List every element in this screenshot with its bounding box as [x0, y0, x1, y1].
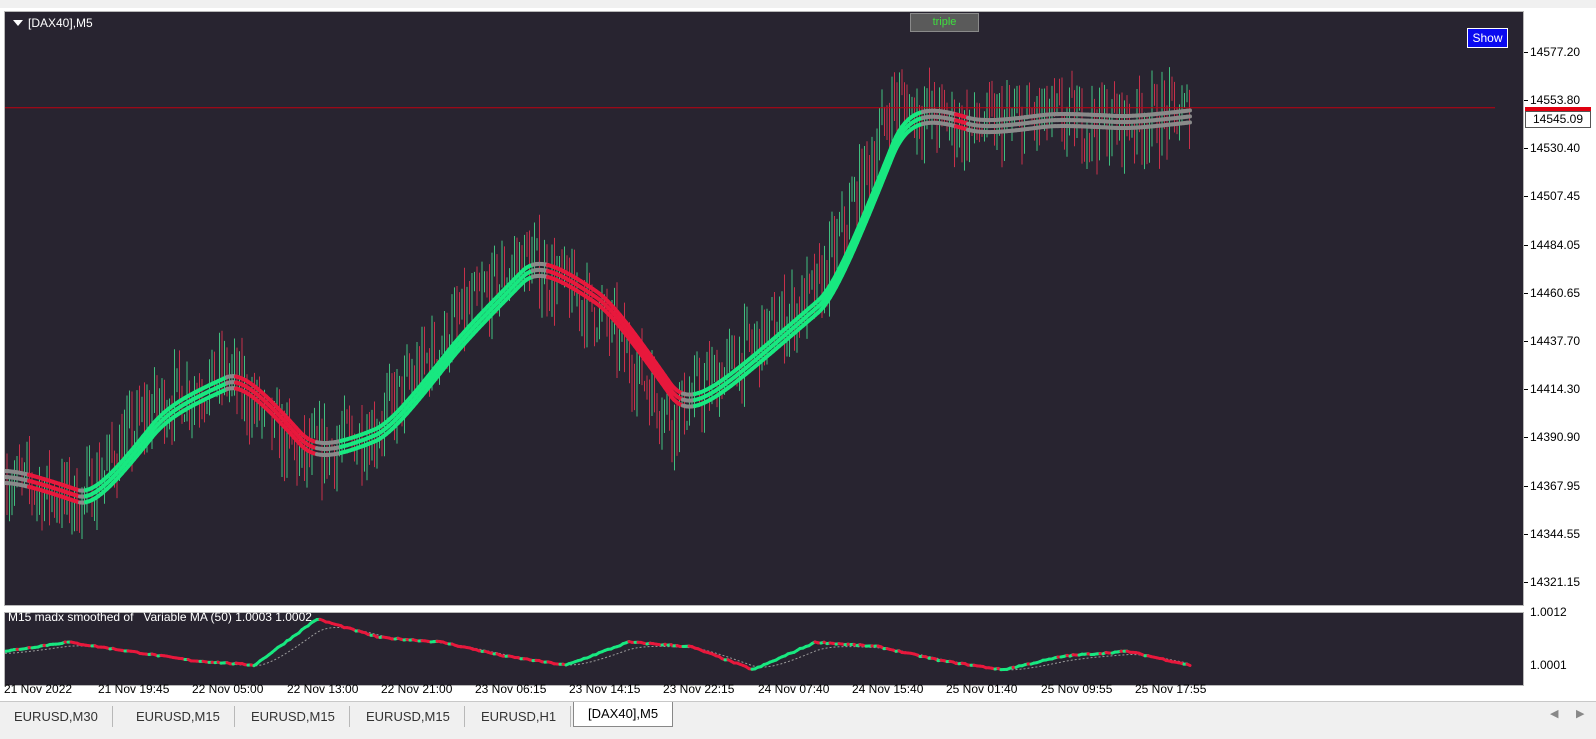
time-tick: 23 Nov 14:15 — [569, 682, 640, 696]
tab-dax40-m5[interactable]: [DAX40],M5 — [573, 702, 673, 727]
ma-band-2 — [5, 122, 1190, 502]
dropdown-triangle-icon[interactable] — [13, 20, 23, 26]
time-tick: 22 Nov 21:00 — [381, 682, 452, 696]
time-tick: 25 Nov 01:40 — [946, 682, 1017, 696]
price-tick: 14367.95 — [1530, 479, 1580, 493]
symbol-text: [DAX40],M5 — [28, 16, 93, 30]
time-tick: 22 Nov 13:00 — [287, 682, 358, 696]
price-tick: 14390.90 — [1530, 430, 1580, 444]
tab-eurusd-m15[interactable]: EURUSD,M15 — [352, 706, 465, 727]
current-price-label: 14545.09 — [1525, 111, 1591, 128]
price-tick: 14437.70 — [1530, 334, 1580, 348]
price-tick: 14484.05 — [1530, 238, 1580, 252]
time-tick: 24 Nov 15:40 — [852, 682, 923, 696]
tab-eurusd-m15[interactable]: EURUSD,M15 — [122, 706, 235, 727]
price-tick: 14577.20 — [1530, 45, 1580, 59]
time-tick: 25 Nov 09:55 — [1041, 682, 1112, 696]
scroll-right-icon[interactable]: ▶ — [1576, 707, 1584, 720]
time-tick: 21 Nov 19:45 — [98, 682, 169, 696]
indicator-label: M15 madx smoothed of Variable MA (50) 1.… — [8, 610, 312, 624]
tab-eurusd-m15[interactable]: EURUSD,M15 — [237, 706, 350, 727]
sub-tick-high: 1.0012 — [1530, 605, 1567, 619]
price-tick: 14460.65 — [1530, 286, 1580, 300]
tab-eurusd-m30[interactable]: EURUSD,M30 — [0, 706, 113, 727]
price-tick: 14414.30 — [1530, 382, 1580, 396]
sub-tick-low: 1.0001 — [1530, 658, 1567, 672]
time-tick: 22 Nov 05:00 — [192, 682, 263, 696]
symbol-label[interactable]: [DAX40],M5 — [13, 16, 93, 30]
time-tick: 23 Nov 06:15 — [475, 682, 546, 696]
price-tick: 14344.55 — [1530, 527, 1580, 541]
indicator-line — [5, 619, 1190, 669]
price-tick: 14321.15 — [1530, 575, 1580, 589]
show-button[interactable]: Show — [1467, 28, 1508, 48]
price-chart[interactable] — [5, 12, 1523, 605]
triple-button[interactable]: triple — [910, 13, 979, 32]
time-tick: 21 Nov 2022 — [4, 682, 72, 696]
chart-window[interactable]: [DAX40],M5 triple Show — [0, 8, 1596, 701]
price-tick: 14530.40 — [1530, 141, 1580, 155]
time-tick: 24 Nov 07:40 — [758, 682, 829, 696]
scroll-left-icon[interactable]: ◀ — [1550, 707, 1558, 720]
tab-eurusd-h1[interactable]: EURUSD,H1 — [467, 706, 571, 727]
time-tick: 25 Nov 17:55 — [1135, 682, 1206, 696]
price-tick: 14553.80 — [1530, 93, 1580, 107]
indicator-segment — [1187, 664, 1190, 665]
price-tick: 14507.45 — [1530, 189, 1580, 203]
indicator-signal-line — [5, 628, 1189, 670]
time-tick: 23 Nov 22:15 — [663, 682, 734, 696]
main-chart-pane[interactable]: [DAX40],M5 triple Show — [4, 11, 1524, 606]
chart-tab-bar: EURUSD,M30 EURUSD,M15 EURUSD,M15 EURUSD,… — [0, 701, 1596, 739]
